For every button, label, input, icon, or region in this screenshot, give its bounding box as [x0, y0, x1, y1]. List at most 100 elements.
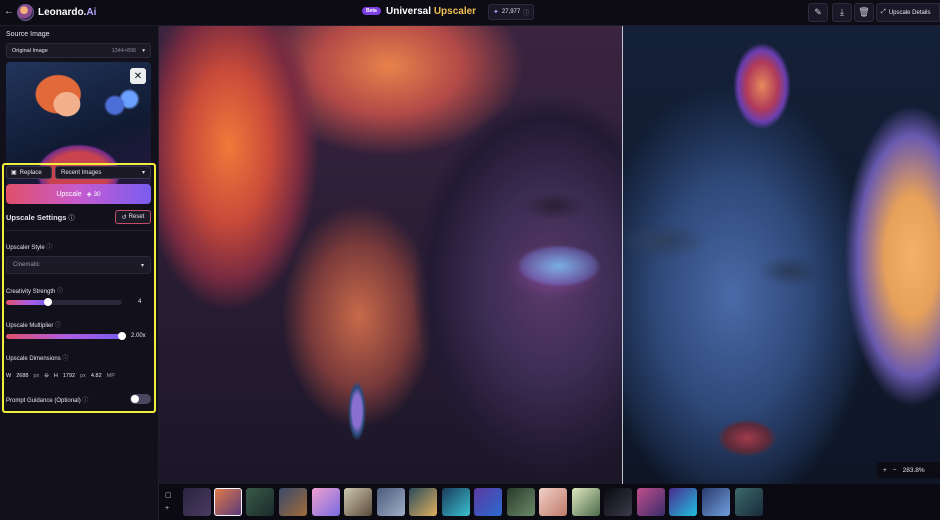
- filmstrip-thumbnail[interactable]: [702, 488, 730, 516]
- upscale-cost: ◈ 30: [87, 190, 101, 198]
- upscaler-style-text: Upscaler Style: [6, 245, 45, 251]
- reset-button[interactable]: ↺ Reset: [115, 210, 151, 224]
- info-icon[interactable]: ⓘ: [69, 216, 75, 222]
- filmstrip-thumbnail[interactable]: [669, 488, 697, 516]
- creativity-strength-label: Creativity Strength ⓘ: [6, 286, 63, 295]
- chevron-down-icon: ▾: [142, 47, 145, 54]
- filmstrip-thumbnail[interactable]: [637, 488, 665, 516]
- brand-name-suffix: Ai: [86, 7, 97, 18]
- brand-name-text: Leonardo.: [38, 7, 87, 18]
- zoom-level: 283.8%: [902, 466, 925, 474]
- source-image-select[interactable]: Original Image 1344×896 ▾: [6, 43, 151, 58]
- dim-h-label: H: [53, 373, 58, 379]
- reset-icon: ↺: [121, 214, 127, 221]
- upscale-multiplier-text: Upscale Multiplier: [6, 323, 54, 329]
- filmstrip-thumbnail[interactable]: [214, 488, 242, 516]
- credits-badge[interactable]: ✦ 27,977 ⓘ: [488, 4, 535, 20]
- comparison-slider-handle[interactable]: [622, 26, 623, 484]
- filmstrip-thumbnail[interactable]: [507, 488, 535, 516]
- upscale-details-button[interactable]: ⤢ Upscale Details: [876, 3, 940, 22]
- app-logo-avatar[interactable]: [17, 4, 34, 21]
- add-icon[interactable]: +: [165, 502, 172, 515]
- upscale-comparison-canvas[interactable]: [159, 26, 940, 484]
- link-icon[interactable]: ⊖: [44, 373, 49, 379]
- expand-icon: ⤢: [881, 9, 886, 15]
- dim-h-value: 1792: [62, 373, 76, 379]
- multiplier-slider-handle[interactable]: [118, 332, 126, 340]
- creativity-strength-slider[interactable]: [6, 298, 122, 306]
- page-title-part2: Upscaler: [433, 6, 477, 17]
- filmstrip-thumbnail[interactable]: [312, 488, 340, 516]
- edit-icon[interactable]: ✎: [808, 3, 828, 22]
- dim-w-value: 2688: [16, 373, 29, 379]
- token-icon: ✦: [493, 9, 499, 16]
- trash-icon[interactable]: 🗑: [854, 3, 874, 22]
- upscale-multiplier-slider[interactable]: [6, 332, 126, 340]
- info-icon[interactable]: ⓘ: [523, 8, 529, 17]
- prompt-guidance-label: Prompt Guidance (Optional) ⓘ: [6, 395, 88, 404]
- download-icon[interactable]: ⤓: [832, 3, 852, 22]
- dim-w-label: W: [6, 373, 12, 379]
- filmstrip-thumbnail[interactable]: [377, 488, 405, 516]
- upscale-dimensions-row: W 2688 px ⊖ H 1792 px 4.82 MP: [6, 369, 151, 383]
- select-icon[interactable]: ▢: [165, 489, 172, 502]
- filmstrip-thumbnail[interactable]: [604, 488, 632, 516]
- upscale-dimensions-label: Upscale Dimensions ⓘ: [6, 353, 68, 362]
- filmstrip-thumbnail[interactable]: [474, 488, 502, 516]
- chevron-down-icon: ▾: [140, 262, 144, 269]
- top-bar: ← Leonardo.Ai Beta Universal Upscaler ✦ …: [0, 0, 940, 26]
- dim-h-unit: px: [80, 373, 86, 379]
- zoom-out-icon[interactable]: −: [893, 467, 897, 474]
- close-icon[interactable]: ✕: [130, 68, 146, 84]
- filmstrip-thumbnail[interactable]: [735, 488, 763, 516]
- source-image-label: Source Image: [6, 31, 50, 38]
- upscale-settings-title-text: Upscale Settings: [6, 213, 67, 222]
- dim-mp-value: 4.82: [90, 373, 102, 379]
- filmstrip-thumbnail[interactable]: [344, 488, 372, 516]
- filmstrip-thumbnail[interactable]: [442, 488, 470, 516]
- creativity-strength-text: Creativity Strength: [6, 289, 56, 295]
- filmstrip-thumbnail[interactable]: [409, 488, 437, 516]
- zoom-controls: + − 283.8%: [877, 462, 940, 478]
- prompt-guidance-text: Prompt Guidance (Optional): [6, 398, 81, 404]
- info-icon[interactable]: ⓘ: [46, 245, 52, 251]
- upscaler-style-label: Upscaler Style ⓘ: [6, 242, 52, 251]
- original-image-half: [159, 26, 622, 484]
- info-icon[interactable]: ⓘ: [55, 323, 61, 329]
- zoom-in-icon[interactable]: +: [883, 467, 887, 474]
- dim-w-unit: px: [33, 373, 40, 379]
- chevron-down-icon: ▾: [141, 170, 145, 176]
- filmstrip-thumbnail[interactable]: [183, 488, 211, 516]
- creativity-strength-value: 4: [138, 299, 142, 305]
- upscaler-style-value: Cinematic: [13, 262, 40, 268]
- replace-button[interactable]: ▣ Replace: [6, 166, 52, 179]
- creativity-slider-fill: [6, 300, 48, 305]
- filmstrip-thumbnail[interactable]: [572, 488, 600, 516]
- prompt-guidance-toggle[interactable]: [130, 394, 151, 404]
- upscale-details-label: Upscale Details: [888, 9, 931, 16]
- upscale-button-label: Upscale: [56, 190, 82, 198]
- filmstrip-controls: ▢ +: [165, 489, 172, 515]
- back-arrow-icon[interactable]: ←: [4, 6, 14, 17]
- source-select-value: Original Image: [12, 47, 48, 54]
- divider: [6, 230, 151, 231]
- credits-value: 27,977: [501, 9, 521, 15]
- filmstrip-thumbnail[interactable]: [246, 488, 274, 516]
- creativity-slider-handle[interactable]: [43, 298, 52, 306]
- filmstrip-thumbnail[interactable]: [279, 488, 307, 516]
- upscale-dimensions-text: Upscale Dimensions: [6, 356, 61, 362]
- info-icon[interactable]: ⓘ: [57, 289, 63, 295]
- brand-name[interactable]: Leonardo.Ai: [38, 7, 96, 18]
- dim-mp-unit: MP: [106, 373, 115, 379]
- upscale-cost-value: 30: [93, 191, 101, 198]
- replace-label: Replace: [19, 169, 42, 176]
- info-icon[interactable]: ⓘ: [62, 356, 68, 362]
- upscaled-image-half: [622, 26, 940, 484]
- page-title: Universal Upscaler: [386, 6, 476, 17]
- filmstrip-thumbnail[interactable]: [539, 488, 567, 516]
- beta-badge: Beta: [362, 7, 381, 15]
- upscaler-style-select[interactable]: Cinematic ▾: [6, 256, 151, 274]
- info-icon[interactable]: ⓘ: [82, 398, 88, 404]
- upscale-button[interactable]: Upscale ◈ 30: [6, 184, 151, 204]
- recent-images-select[interactable]: Recent Images ▾: [55, 166, 151, 179]
